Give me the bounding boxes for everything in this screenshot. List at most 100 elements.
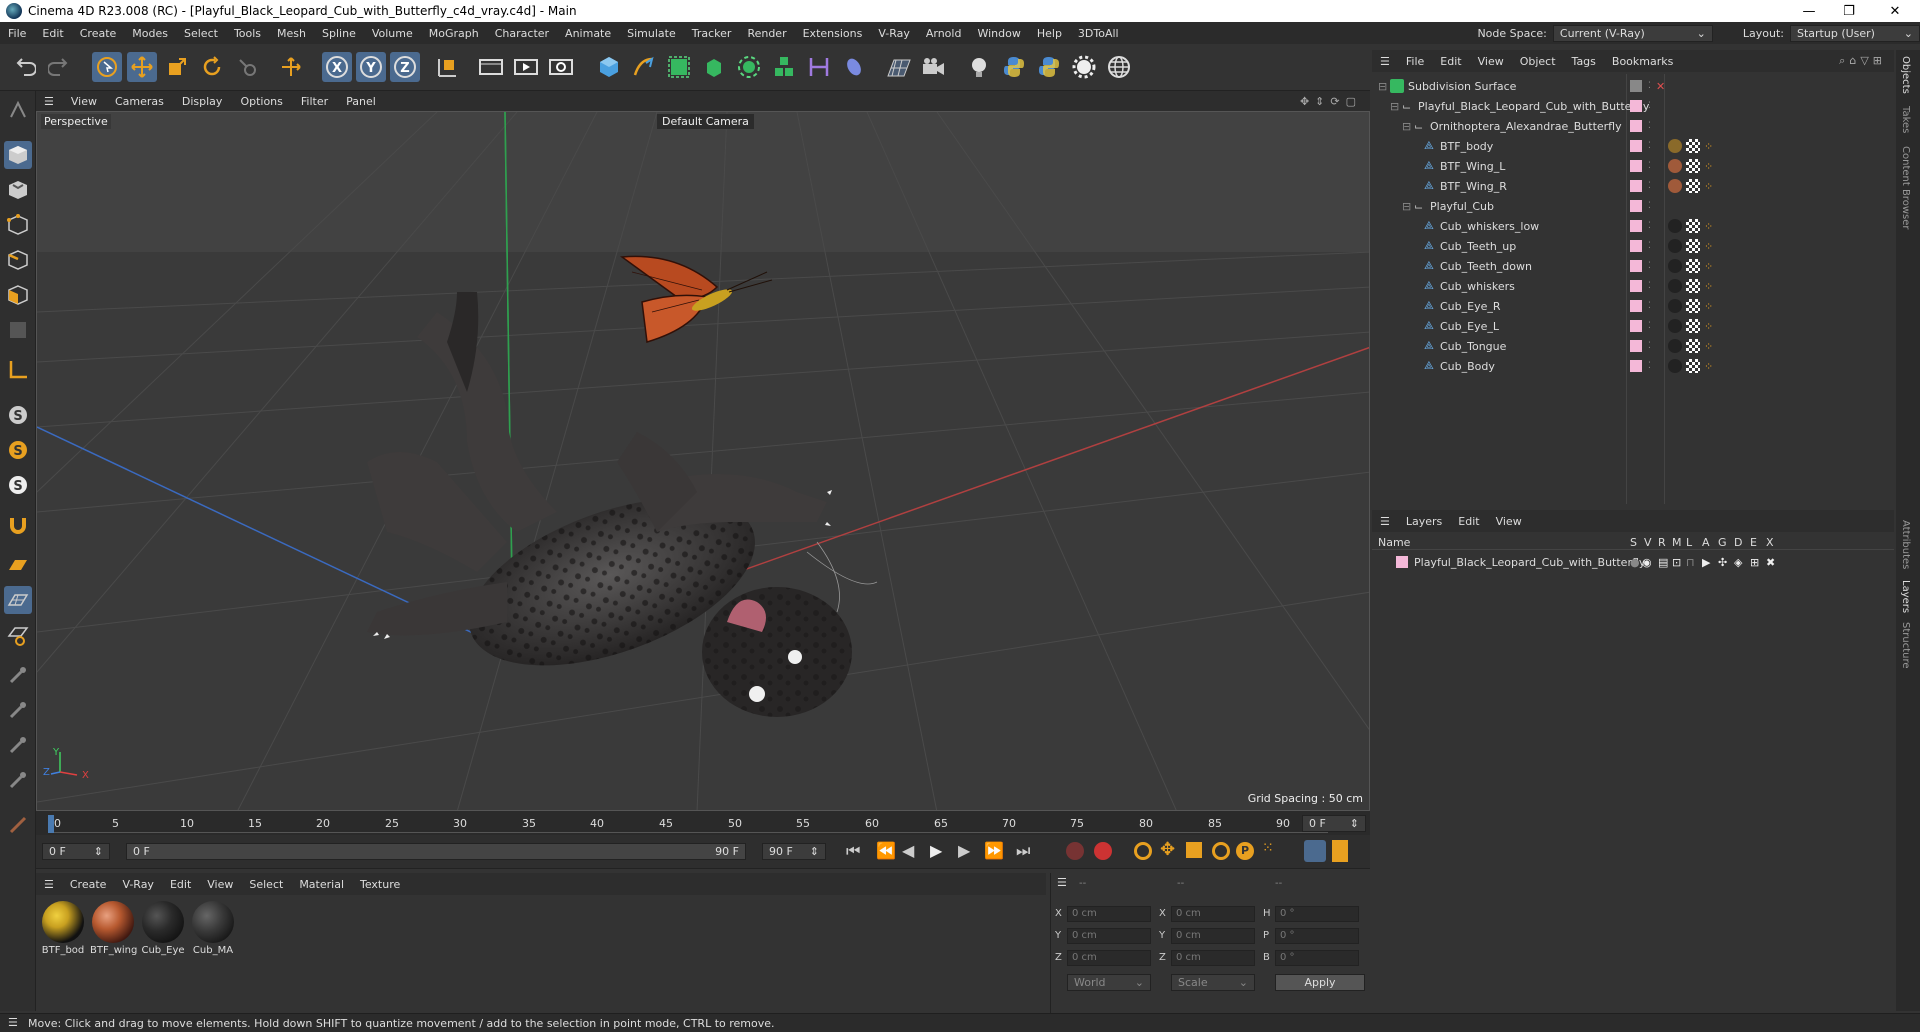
recent-tool-button[interactable] bbox=[232, 52, 262, 82]
menu-arnold[interactable]: Arnold bbox=[918, 27, 970, 40]
layer-color-icon[interactable] bbox=[1630, 240, 1642, 252]
coord-mode-select[interactable]: Scale ⌄ bbox=[1171, 974, 1255, 991]
workplane-align-button[interactable] bbox=[4, 621, 32, 649]
redo-button[interactable] bbox=[44, 52, 74, 82]
world-axis-button[interactable] bbox=[276, 52, 306, 82]
vray-tag-icon[interactable]: ⁘ bbox=[1704, 360, 1713, 373]
material-tag-icon[interactable] bbox=[1668, 279, 1682, 293]
start-frame-field[interactable]: 0 F ⇕ bbox=[42, 843, 110, 860]
uvw-tag-icon[interactable] bbox=[1686, 339, 1700, 353]
om-menu-tags[interactable]: Tags bbox=[1564, 55, 1604, 68]
paint-tool-button[interactable] bbox=[4, 661, 32, 689]
om-menu-object[interactable]: Object bbox=[1512, 55, 1564, 68]
render-settings-button[interactable] bbox=[546, 52, 576, 82]
object-row[interactable]: ⟁ Cub_Teeth_up ⁚ ⁘ bbox=[1372, 236, 1894, 256]
workplane-button[interactable] bbox=[4, 551, 32, 579]
y-axis-lock-button[interactable]: Y bbox=[356, 52, 386, 82]
generator-icon[interactable]: ✣ bbox=[1718, 556, 1727, 569]
solo-icon[interactable]: ● bbox=[1630, 556, 1640, 569]
play-button[interactable]: ▶ bbox=[930, 841, 942, 860]
check-icon[interactable] bbox=[1630, 80, 1642, 92]
maximize-button[interactable]: ❐ bbox=[1826, 0, 1872, 22]
timeline-ruler[interactable]: 0 5 10 15 20 25 30 35 40 45 50 55 60 65 … bbox=[36, 811, 1370, 835]
material-menu-view[interactable]: View bbox=[199, 878, 241, 891]
layer-col-e[interactable]: E bbox=[1750, 536, 1757, 549]
material-menu-texture[interactable]: Texture bbox=[352, 878, 408, 891]
sculpt-tool-button[interactable] bbox=[4, 696, 32, 724]
rot-b-field[interactable]: 0 ° bbox=[1275, 950, 1359, 966]
next-key-button[interactable]: ⏩ bbox=[984, 841, 1004, 860]
menu-create[interactable]: Create bbox=[72, 27, 125, 40]
rotate-tool-button[interactable] bbox=[197, 52, 227, 82]
visibility-dots-icon[interactable]: ⁚ bbox=[1648, 261, 1651, 271]
size-z-field[interactable]: 0 cm bbox=[1171, 950, 1255, 966]
layer-col-r[interactable]: R bbox=[1658, 536, 1666, 549]
layer-color-icon[interactable] bbox=[1630, 340, 1642, 352]
object-row[interactable]: ⟁ Cub_Teeth_down ⁚ ⁘ bbox=[1372, 256, 1894, 276]
uvw-tag-icon[interactable] bbox=[1686, 259, 1700, 273]
autokey-icon[interactable] bbox=[1094, 842, 1112, 860]
snap-button[interactable]: S bbox=[4, 401, 32, 429]
apply-button[interactable]: Apply bbox=[1275, 974, 1365, 991]
vray-tag-icon[interactable]: ⁘ bbox=[1704, 240, 1713, 253]
vray-tag-icon[interactable]: ⁘ bbox=[1704, 280, 1713, 293]
layer-menu-edit[interactable]: Edit bbox=[1450, 515, 1487, 528]
floor-object-button[interactable] bbox=[884, 52, 914, 82]
go-to-start-button[interactable]: ⏮ bbox=[846, 841, 860, 861]
om-menu-bookmarks[interactable]: Bookmarks bbox=[1604, 55, 1681, 68]
viewport-nav-icons[interactable]: ✥⇕⟳▢ bbox=[1300, 95, 1362, 108]
visibility-dots-icon[interactable]: ⁚ bbox=[1648, 341, 1651, 351]
viewport-menu-view[interactable]: View bbox=[62, 95, 106, 108]
tab-objects[interactable]: Objects bbox=[1900, 56, 1911, 94]
material-tag-icon[interactable] bbox=[1668, 359, 1682, 373]
viewport-camera-name[interactable]: Default Camera bbox=[657, 114, 754, 129]
material-swatch[interactable]: Cub_MA bbox=[190, 901, 236, 956]
menu-mesh[interactable]: Mesh bbox=[269, 27, 314, 40]
node-space-select[interactable]: Current (V-Ray) ⌄ bbox=[1552, 24, 1713, 42]
visibility-dots-icon[interactable]: ⁚ bbox=[1648, 121, 1651, 131]
deformer-icon[interactable]: ◈ bbox=[1734, 556, 1742, 569]
visibility-dots-icon[interactable]: ⁚ bbox=[1648, 81, 1651, 91]
rot-h-field[interactable]: 0 ° bbox=[1275, 906, 1359, 922]
hamburger-icon[interactable]: ☰ bbox=[8, 1016, 18, 1029]
layer-col-v[interactable]: V bbox=[1644, 536, 1652, 549]
material-swatch[interactable]: Cub_Eye bbox=[140, 901, 186, 956]
python-plugin-button[interactable] bbox=[1034, 52, 1064, 82]
xref-icon[interactable]: ✖ bbox=[1766, 556, 1775, 569]
hamburger-icon[interactable]: ☰ bbox=[36, 95, 62, 108]
move-tool-button[interactable] bbox=[127, 52, 157, 82]
layer-color-icon[interactable] bbox=[1630, 120, 1642, 132]
material-tag-icon[interactable] bbox=[1668, 139, 1682, 153]
end-frame-field[interactable]: 90 F ⇕ bbox=[762, 843, 826, 860]
material-tag-icon[interactable] bbox=[1668, 339, 1682, 353]
layer-menu-view[interactable]: View bbox=[1488, 515, 1530, 528]
layer-col-s[interactable]: S bbox=[1630, 536, 1637, 549]
material-tag-icon[interactable] bbox=[1668, 219, 1682, 233]
vray-tag-icon[interactable]: ⁘ bbox=[1704, 260, 1713, 273]
uvw-tag-icon[interactable] bbox=[1686, 239, 1700, 253]
hamburger-icon[interactable]: ☰ bbox=[1372, 55, 1398, 68]
magnet-tool-button[interactable] bbox=[4, 511, 32, 539]
uvw-tag-icon[interactable] bbox=[1686, 219, 1700, 233]
size-x-field[interactable]: 0 cm bbox=[1171, 906, 1255, 922]
keyframe-selection-icon[interactable] bbox=[1134, 842, 1152, 860]
x-axis-lock-button[interactable]: X bbox=[322, 52, 352, 82]
cube-object-button[interactable] bbox=[594, 52, 624, 82]
object-row[interactable]: ⟁ Cub_Tongue ⁚ ⁘ bbox=[1372, 336, 1894, 356]
pen-spline-button[interactable] bbox=[629, 52, 659, 82]
record-active-icon[interactable] bbox=[1066, 842, 1084, 860]
visibility-dots-icon[interactable]: ⁚ bbox=[1648, 361, 1651, 371]
dopesheet-icon[interactable] bbox=[1332, 840, 1348, 862]
tab-layers[interactable]: Layers bbox=[1900, 580, 1911, 613]
object-row[interactable]: ⊟ ⌙ Ornithoptera_Alexandrae_Butterfly ⁚ bbox=[1372, 116, 1894, 136]
layer-col-d[interactable]: D bbox=[1734, 536, 1742, 549]
previous-frame-button[interactable]: ◀ bbox=[902, 841, 914, 860]
menu-select[interactable]: Select bbox=[176, 27, 226, 40]
uvw-tag-icon[interactable] bbox=[1686, 359, 1700, 373]
menu-simulate[interactable]: Simulate bbox=[619, 27, 684, 40]
uv-mode-button[interactable] bbox=[4, 316, 32, 344]
tab-content-browser[interactable]: Content Browser bbox=[1900, 146, 1911, 229]
next-frame-button[interactable]: ▶ bbox=[958, 841, 970, 860]
menu-tools[interactable]: Tools bbox=[226, 27, 269, 40]
menu-animate[interactable]: Animate bbox=[557, 27, 619, 40]
